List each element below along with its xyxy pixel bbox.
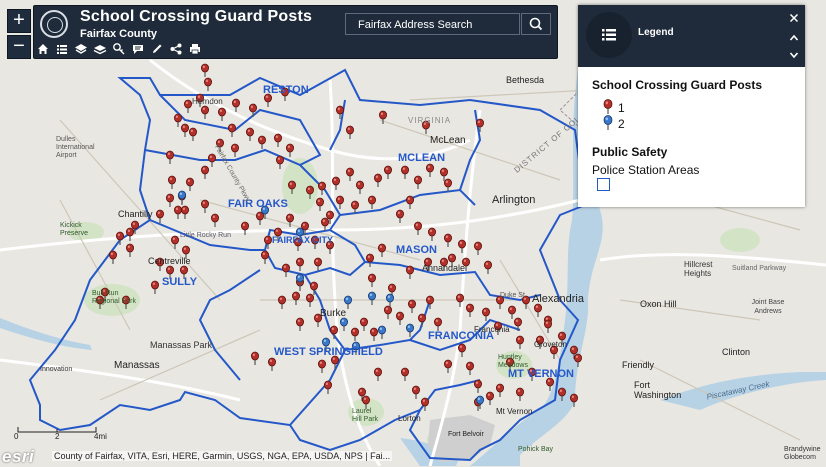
place-kickick-preserve: Kickick Preserve: [60, 222, 89, 237]
home-icon[interactable]: [36, 42, 50, 56]
place-herndon: Herndon: [192, 97, 223, 106]
close-icon[interactable]: [787, 11, 801, 25]
legend-item-2: 2: [602, 115, 625, 131]
county-seal-icon: [40, 10, 68, 38]
place-centreville: Centreville: [148, 256, 191, 266]
district-label-fairfax-city: FAIRFAX CITY: [272, 235, 334, 245]
district-label-sully: SULLY: [162, 276, 198, 288]
legend-layer-title: Public Safety: [592, 145, 668, 159]
place-brandywine: Brandywine Globecom: [784, 446, 821, 461]
place-andrews: Joint Base Andrews: [751, 299, 785, 315]
road-duke-st: Duke St: [500, 292, 525, 299]
legend-sublayer-label: Police Station Areas: [592, 163, 700, 177]
place-hillcrest-heights: Hillcrest Heights: [684, 260, 713, 278]
place-pohick-bay: Pohick Bay: [518, 446, 554, 453]
zoom-out-button[interactable]: −: [7, 35, 31, 59]
place-chantilly: Chantilly: [118, 209, 153, 219]
share-icon[interactable]: [169, 42, 183, 56]
red-pushpin-icon: [603, 99, 613, 114]
place-bull-run: Bull Run Regional Park: [92, 290, 136, 305]
legend-title: Legend: [638, 27, 674, 38]
legend-icon-button[interactable]: [586, 12, 632, 58]
legend-item-label: 1: [618, 101, 625, 115]
place-oxon-hill: Oxon Hill: [640, 299, 677, 309]
place-lorton: Lorton: [398, 414, 421, 423]
legend-list-icon: [602, 29, 616, 41]
app-title: School Crossing Guard Posts: [80, 8, 313, 25]
search-icon: [529, 17, 543, 31]
app-subtitle: Fairfax County: [80, 28, 158, 40]
address-search-input[interactable]: Fairfax Address Search: [345, 13, 520, 35]
bookmark-icon[interactable]: [112, 42, 126, 56]
place-dulles: Dulles International Airport: [56, 136, 95, 159]
district-label-fair-oaks: FAIR OAKS: [228, 198, 288, 210]
place-huntley-meadows: Huntley Meadows: [498, 354, 528, 369]
place-friendly: Friendly: [622, 360, 655, 370]
chevron-down-icon[interactable]: [787, 48, 801, 62]
list-icon[interactable]: [55, 42, 69, 56]
app-header: School Crossing Guard Posts Fairfax Coun…: [33, 5, 558, 59]
place-franconia: Franconia: [474, 325, 510, 334]
police-area-swatch: [597, 178, 610, 191]
district-label-mclean: MCLEAN: [398, 152, 446, 164]
basemap-icon[interactable]: [93, 42, 107, 56]
comment-icon[interactable]: [131, 42, 145, 56]
attribution-text[interactable]: County of Fairfax, VITA, Esri, HERE, Gar…: [52, 451, 393, 461]
zoom-in-button[interactable]: +: [7, 9, 31, 33]
legend-panel: Legend School Crossing Guard Posts 1 2 P…: [578, 5, 805, 207]
draw-pencil-icon[interactable]: [150, 42, 164, 56]
place-virginia: VIRGINIA: [408, 116, 452, 125]
place-burke: Burke: [320, 308, 347, 319]
legend-item-1: 1: [602, 99, 625, 115]
place-bethesda: Bethesda: [506, 75, 545, 85]
place-annandale: Annandale: [422, 263, 466, 273]
place-suitland-pkwy: Suitland Parkway: [732, 265, 787, 272]
legend-header: Legend: [578, 5, 805, 67]
legend-item-label: 2: [618, 117, 625, 131]
place-manassas: Manassas: [114, 360, 160, 371]
district-label-mason: MASON: [396, 244, 437, 256]
print-icon[interactable]: [188, 42, 202, 56]
place-clinton: Clinton: [722, 347, 751, 357]
place-little-rocky-run: Little Rocky Run: [180, 232, 231, 239]
scale-label: 0: [14, 432, 19, 441]
esri-logo: esri: [2, 447, 35, 466]
district-label-reston: RESTON: [263, 84, 309, 96]
legend-layer-title: School Crossing Guard Posts: [592, 78, 763, 92]
chevron-up-icon[interactable]: [787, 31, 801, 45]
place-manassas-park: Manassas Park: [150, 340, 213, 350]
place-fort-belvoir: Fort Belvoir: [448, 431, 484, 438]
layers-icon[interactable]: [74, 42, 88, 56]
place-arlington: Arlington: [492, 194, 536, 206]
place-innovation: Innovation: [40, 366, 73, 373]
scale-label: 2: [55, 432, 60, 441]
place-fort-washington: Fort Washington: [634, 380, 682, 400]
place-alexandria: Alexandria: [532, 293, 584, 305]
district-label-west-springfield: WEST SPRINGFIELD: [274, 346, 383, 358]
blue-pushpin-icon: [603, 115, 613, 130]
place-mclean: McLean: [430, 135, 466, 146]
place-groveton: Groveton: [534, 340, 567, 349]
scale-label: 4mi: [94, 432, 107, 441]
place-laurel-hill: Laurel Hill Park: [352, 408, 379, 423]
place-mt-vernon: Mt Vernon: [496, 407, 533, 416]
search-button[interactable]: [521, 13, 551, 35]
